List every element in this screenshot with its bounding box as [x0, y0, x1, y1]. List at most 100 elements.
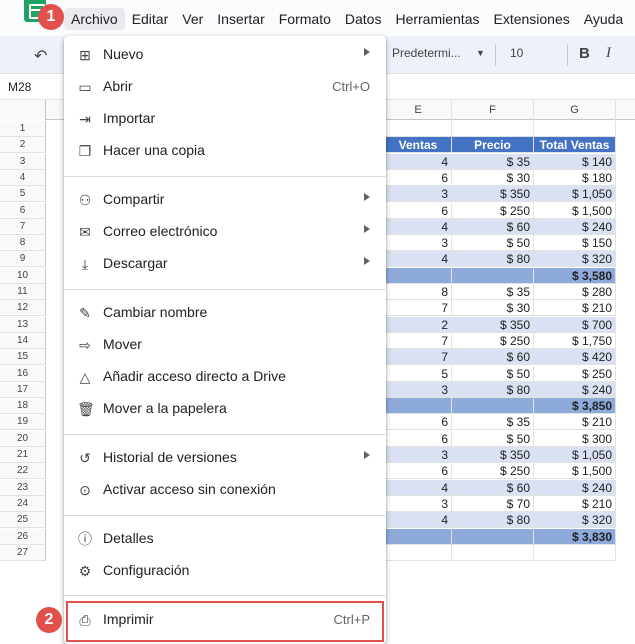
- cell-g[interactable]: $ 1,500: [534, 202, 616, 219]
- cell-e[interactable]: [385, 528, 452, 545]
- cell-g[interactable]: $ 1,050: [534, 186, 616, 203]
- cell-e[interactable]: 4: [385, 218, 452, 235]
- row-number[interactable]: 20: [0, 430, 46, 447]
- cell-f[interactable]: $ 50: [452, 235, 534, 252]
- cell-e[interactable]: [385, 398, 452, 415]
- cell-f[interactable]: $ 80: [452, 512, 534, 529]
- row-number[interactable]: 26: [0, 528, 46, 545]
- cell-e[interactable]: [385, 267, 452, 284]
- cell-e[interactable]: 4: [385, 479, 452, 496]
- row-number[interactable]: 6: [0, 202, 46, 219]
- menu-insertar[interactable]: Insertar: [210, 8, 271, 30]
- cell-g[interactable]: $ 420: [534, 349, 616, 366]
- cell-f[interactable]: $ 80: [452, 381, 534, 398]
- font-caret-icon[interactable]: ▼: [476, 48, 485, 58]
- row-number[interactable]: 9: [0, 251, 46, 268]
- cell-f[interactable]: $ 60: [452, 349, 534, 366]
- cell-e[interactable]: 7: [385, 332, 452, 349]
- menu-editar[interactable]: Editar: [125, 8, 176, 30]
- row-number[interactable]: 23: [0, 479, 46, 496]
- cell-e[interactable]: 3: [385, 235, 452, 252]
- cell-g[interactable]: $ 3,580: [534, 267, 616, 284]
- row-number[interactable]: 8: [0, 235, 46, 252]
- cell-g[interactable]: $ 240: [534, 479, 616, 496]
- row-number[interactable]: 25: [0, 512, 46, 529]
- cell-f[interactable]: $ 250: [452, 202, 534, 219]
- menu-item-plus-square[interactable]: ⊞ Nuevo: [64, 39, 386, 71]
- cell-f[interactable]: [452, 544, 534, 561]
- cell-g[interactable]: $ 150: [534, 235, 616, 252]
- cell-g[interactable]: $ 320: [534, 251, 616, 268]
- cell-e[interactable]: 3: [385, 447, 452, 463]
- cell-e[interactable]: 3: [385, 381, 452, 398]
- cell-f[interactable]: [452, 528, 534, 545]
- cell-g[interactable]: [534, 544, 616, 561]
- cell-f[interactable]: $ 30: [452, 169, 534, 186]
- row-number[interactable]: 15: [0, 349, 46, 366]
- menu-item-offline[interactable]: ⊙ Activar acceso sin conexión: [64, 474, 386, 506]
- row-number[interactable]: 16: [0, 365, 46, 382]
- cell-e[interactable]: 6: [385, 202, 452, 219]
- menu-item-rename[interactable]: ✎ Cambiar nombre: [64, 297, 386, 329]
- menu-datos[interactable]: Datos: [338, 8, 389, 30]
- menu-item-gear[interactable]: ⚙ Configuración: [64, 555, 386, 587]
- row-number[interactable]: 11: [0, 284, 46, 300]
- font-select[interactable]: Predetermi...: [392, 46, 461, 60]
- cell-e[interactable]: Ventas: [385, 137, 452, 154]
- menu-ver[interactable]: Ver: [175, 8, 210, 30]
- row-number[interactable]: 18: [0, 398, 46, 415]
- cell-g[interactable]: Total Ventas: [534, 137, 616, 154]
- cell-g[interactable]: $ 280: [534, 284, 616, 300]
- cell-e[interactable]: 5: [385, 365, 452, 382]
- bold-icon[interactable]: B: [579, 45, 590, 62]
- column-header-f[interactable]: F: [452, 100, 534, 120]
- cell-e[interactable]: 4: [385, 153, 452, 170]
- cell-e[interactable]: 7: [385, 300, 452, 317]
- cell-e[interactable]: 4: [385, 251, 452, 268]
- cell-e[interactable]: [385, 544, 452, 561]
- cell-e[interactable]: 4: [385, 512, 452, 529]
- menu-item-trash[interactable]: 🗑 Mover a la papelera: [64, 393, 386, 425]
- row-number[interactable]: 4: [0, 169, 46, 186]
- cell-f[interactable]: $ 60: [452, 218, 534, 235]
- cell-g[interactable]: $ 250: [534, 365, 616, 382]
- menu-item-info[interactable]: ⓘ Detalles: [64, 523, 386, 555]
- cell-e[interactable]: 3: [385, 495, 452, 512]
- menu-formato[interactable]: Formato: [272, 8, 338, 30]
- cell-f[interactable]: $ 250: [452, 332, 534, 349]
- row-number[interactable]: 2: [0, 137, 46, 154]
- cell-g[interactable]: $ 140: [534, 153, 616, 170]
- menu-archivo[interactable]: Archivo: [64, 8, 125, 30]
- cell-f[interactable]: $ 250: [452, 463, 534, 480]
- row-number[interactable]: 22: [0, 463, 46, 480]
- cell-f[interactable]: $ 350: [452, 186, 534, 203]
- cell-f[interactable]: [452, 398, 534, 415]
- row-number[interactable]: 19: [0, 414, 46, 431]
- menu-herramientas[interactable]: Herramientas: [388, 8, 486, 30]
- cell-e[interactable]: 6: [385, 430, 452, 447]
- cell-f[interactable]: $ 35: [452, 284, 534, 300]
- column-header-g[interactable]: G: [534, 100, 616, 120]
- cell-g[interactable]: $ 1,750: [534, 332, 616, 349]
- cell-g[interactable]: $ 320: [534, 512, 616, 529]
- cell-f[interactable]: $ 50: [452, 430, 534, 447]
- undo-icon[interactable]: ↶: [34, 46, 52, 65]
- row-number[interactable]: 7: [0, 218, 46, 235]
- cell-e[interactable]: 6: [385, 169, 452, 186]
- cell-g[interactable]: [534, 121, 616, 137]
- name-box[interactable]: M28: [8, 80, 31, 94]
- cell-e[interactable]: 8: [385, 284, 452, 300]
- cell-g[interactable]: $ 180: [534, 169, 616, 186]
- cell-f[interactable]: $ 60: [452, 479, 534, 496]
- cell-f[interactable]: $ 350: [452, 447, 534, 463]
- row-number[interactable]: 21: [0, 447, 46, 463]
- row-number[interactable]: 27: [0, 544, 46, 561]
- cell-g[interactable]: $ 1,050: [534, 447, 616, 463]
- menu-item-mail[interactable]: ✉ Correo electrónico: [64, 216, 386, 248]
- menu-item-folder[interactable]: ▭ Abrir Ctrl+O: [64, 71, 386, 103]
- cell-f[interactable]: $ 50: [452, 365, 534, 382]
- row-number[interactable]: 1: [0, 121, 46, 137]
- cell-g[interactable]: $ 210: [534, 300, 616, 317]
- cell-g[interactable]: $ 1,500: [534, 463, 616, 480]
- cell-e[interactable]: 7: [385, 349, 452, 366]
